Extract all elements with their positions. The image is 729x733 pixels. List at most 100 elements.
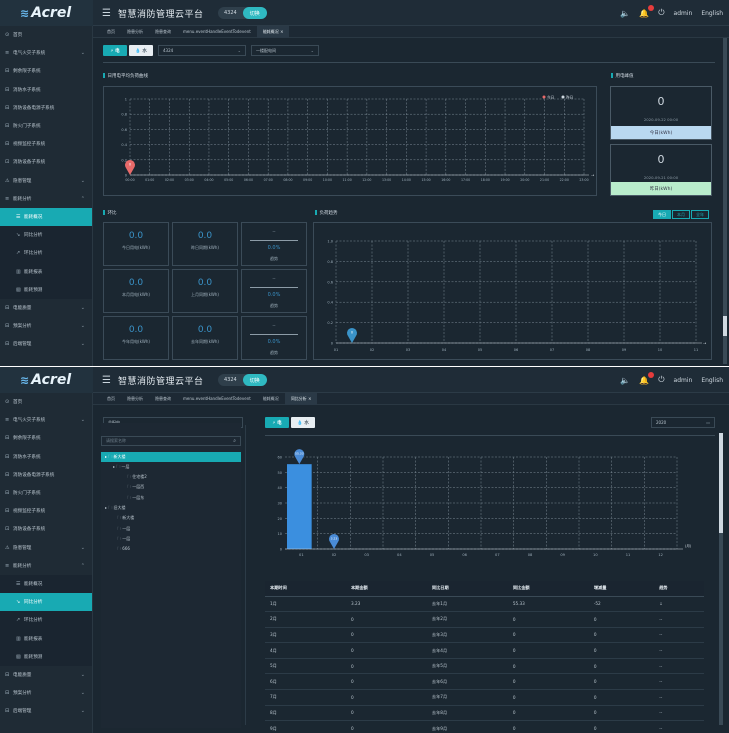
sidebar-item[interactable]: ⊟ 视频监控子系统 (0, 135, 92, 153)
tree-node[interactable]: ▸ 🗀 一层 (101, 462, 241, 472)
sidebar-item[interactable]: ⊡ 消防设备子系统 (0, 153, 92, 171)
user-name[interactable]: admin (674, 377, 693, 384)
tree-node[interactable]: 🗀 住宅楼2 (101, 473, 241, 483)
energy-overview-screen: ≋ Acrel ☰ 智慧消防管理云平台 4324 切换 🔈 🔔 ⏻ admin En… (0, 0, 729, 366)
page-tab[interactable]: 能耗概况 × (256, 25, 290, 38)
power-icon[interactable]: ⏻ (658, 375, 664, 385)
sidebar-item[interactable]: ⊟ 预案分析 ⌄ (0, 684, 92, 702)
yoy-bar-chart: 60 50 40 30 20 10 0 01 55.33 02 03 04 05 06 07 08 09 10 11… (278, 449, 692, 557)
sidebar-item[interactable]: ≡ 能耗分析 ⌃ (0, 557, 92, 575)
sidebar-item[interactable]: ⊟ 后端管理 ⌄ (0, 335, 92, 353)
sidebar-item[interactable]: ⚠ 隐患管理 ⌄ (0, 172, 92, 190)
tree-node[interactable]: 🗀 新大楼 (101, 514, 241, 524)
language-switch[interactable]: English (701, 10, 723, 17)
sidebar-item[interactable]: ⊟ 后端管理 ⌄ (0, 702, 92, 720)
page-tab[interactable]: 能耗概况 (257, 393, 285, 405)
sidebar-item[interactable]: ▧ 能耗预测 (0, 280, 92, 299)
project-selector[interactable]: 4324 切换 (218, 7, 267, 19)
sidebar-item[interactable]: ⊟ 消防设备电源子系统 (0, 466, 92, 484)
tree-node[interactable]: 🗀 一层西 (101, 483, 241, 493)
sidebar-item-icon: ↗ (16, 250, 21, 257)
sidebar-item[interactable]: ≡ 能耗分析 ⌃ (0, 190, 92, 208)
tree-node[interactable]: ▸ 🗀 旧大楼 (101, 504, 241, 514)
sidebar-item[interactable]: ▥ 能耗报表 (0, 262, 92, 281)
tree-node[interactable]: 🗀 666 (101, 545, 241, 555)
sidebar-item[interactable]: ⊟ 电能质量 ⌄ (0, 666, 92, 684)
sidebar-item[interactable]: ☰ 能耗概况 (0, 574, 92, 594)
project-selector[interactable]: 4324 切换 (218, 374, 267, 386)
sidebar-item[interactable]: ⊟ 防火门子系统 (0, 484, 92, 502)
user-name[interactable]: admin (674, 10, 693, 17)
sidebar-item[interactable]: ↘ 同比分析 (0, 226, 92, 245)
tree-node[interactable]: ▸ 🗀 新大楼 (101, 452, 241, 462)
trend-tab[interactable]: 今日 (653, 210, 671, 219)
sidebar-item[interactable]: ⊟ 消防水子系统 (0, 81, 92, 99)
sidebar-item[interactable]: ▧ 能耗预测 (0, 647, 92, 666)
sidebar-item[interactable]: ▥ 能耗报表 (0, 629, 92, 648)
speaker-icon[interactable]: 🔈 (620, 9, 630, 18)
power-icon[interactable]: ⏻ (658, 8, 664, 18)
bell-icon[interactable]: 🔔 (639, 371, 655, 385)
page-tab[interactable]: 首页 (101, 26, 121, 38)
sidebar: ⊙ 首页 ≡ 电气火灾子系统 ⌄ ⊟ 剩余限子系统 ⊟ 消防水子系统 ⊟ 消防设备电源子系统 ⊟ 防火门… (0, 26, 93, 366)
page-tab[interactable]: 隐患查询 (149, 393, 177, 405)
page-tab[interactable]: menu.eventHandleEventTodevent (177, 393, 257, 405)
sidebar-item[interactable]: ⊟ 防火门子系统 (0, 117, 92, 135)
scrollbar-thumb[interactable] (719, 433, 723, 533)
sidebar-item[interactable]: ⚠ 隐患管理 ⌄ (0, 539, 92, 557)
tree-node[interactable]: 🗀 一层 (101, 524, 241, 534)
trend-tab[interactable]: 全年 (691, 210, 709, 219)
page-tab[interactable]: 首页 (101, 393, 121, 405)
electric-toggle[interactable]: ⚡ 电 (103, 45, 127, 56)
electric-toggle[interactable]: ⚡ 电 (265, 417, 289, 428)
language-switch[interactable]: English (701, 377, 723, 384)
sidebar-item[interactable]: ⊟ 剩余限子系统 (0, 62, 92, 80)
tree-search-input[interactable]: 请搜索名称 ⌕ (101, 436, 241, 446)
sidebar-item[interactable]: ↘ 同比分析 (0, 593, 92, 612)
tree-node[interactable]: 🗀 一层东 (101, 493, 241, 503)
switch-project-button[interactable]: 切换 (242, 7, 267, 19)
sidebar-item[interactable]: ↗ 环比分析 (0, 244, 92, 263)
sidebar-item[interactable]: ☰ 能耗概况 (0, 207, 92, 227)
sidebar-item[interactable]: ⊟ 剩余限子系统 (0, 429, 92, 447)
sidebar-item[interactable]: ⊟ 预案分析 ⌄ (0, 317, 92, 335)
search-icon[interactable]: ⌕ (233, 438, 236, 444)
page-tab[interactable]: 同比分析 × (284, 392, 318, 405)
page-tab[interactable]: 隐患分析 (121, 393, 149, 405)
water-toggle[interactable]: 💧 水 (129, 45, 153, 56)
sidebar-item-icon: ⊟ (5, 708, 10, 715)
page-tab[interactable]: 隐患查询 (149, 26, 177, 38)
sidebar-item[interactable]: ⊟ 视频监控子系统 (0, 502, 92, 520)
page-scrollbar[interactable] (719, 433, 723, 725)
tree-node[interactable]: 🗀 一层 (101, 534, 241, 544)
trend-tab[interactable]: 本月 (672, 210, 690, 219)
speaker-icon[interactable]: 🔈 (620, 376, 630, 385)
sidebar-item[interactable]: ⊟ 电能质量 ⌄ (0, 299, 92, 317)
year-picker[interactable]: 2020 ▭ (651, 417, 715, 428)
project-select[interactable]: 4324 ⌄ (158, 45, 246, 56)
sidebar-item[interactable]: ⊟ 消防水子系统 (0, 448, 92, 466)
sidebar-item[interactable]: ⊟ 消防设备电源子系统 (0, 99, 92, 117)
sidebar-item[interactable]: ≡ 电气火灾子系统 ⌄ (0, 44, 92, 62)
sidebar-item[interactable]: ≡ 电气火灾子系统 ⌄ (0, 411, 92, 429)
table-cell: 7月 (265, 689, 346, 706)
water-toggle[interactable]: 💧 水 (291, 417, 315, 428)
switch-project-button[interactable]: 切换 (242, 374, 267, 386)
menu-icon[interactable]: ☰ (102, 8, 111, 19)
meter-select[interactable]: 一楼配电间 ⌄ (251, 45, 319, 56)
sidebar-item[interactable]: ⊙ 首页 (0, 26, 92, 44)
scrollbar-thumb[interactable] (723, 316, 727, 336)
menu-icon[interactable]: ☰ (102, 375, 111, 386)
sidebar-item-icon: ⊟ (5, 86, 10, 93)
marker-label: 0 (129, 163, 131, 167)
sidebar-item[interactable]: ↗ 环比分析 (0, 611, 92, 630)
sidebar-item[interactable]: ⊙ 首页 (0, 393, 92, 411)
bar (287, 464, 312, 549)
page-scrollbar[interactable] (723, 38, 727, 364)
table-row: 4月 0 去年4月 0 0 -- (265, 642, 704, 659)
bell-icon[interactable]: 🔔 (639, 4, 655, 18)
legend-label: 昨日 (566, 95, 573, 100)
page-tab[interactable]: 隐患分析 (121, 26, 149, 38)
page-tab[interactable]: menu.eventHandleEventTodevent (177, 26, 257, 38)
sidebar-item[interactable]: ⊡ 消防设备子系统 (0, 520, 92, 538)
